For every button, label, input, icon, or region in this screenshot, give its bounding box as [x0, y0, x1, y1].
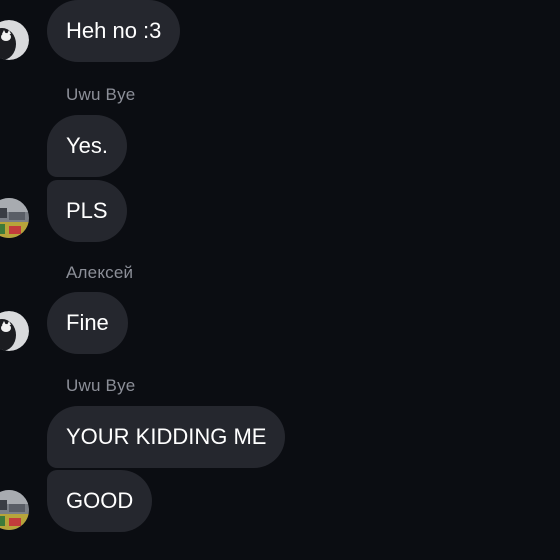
photo-avatar-icon[interactable] — [0, 490, 29, 530]
chat-thread: Heh no :3 Uwu Bye Yes. PLS Алексей Fine … — [0, 0, 560, 560]
message-bubble[interactable]: GOOD — [47, 470, 153, 532]
message-text: YOUR KIDDING ME — [66, 424, 267, 449]
message-bubble[interactable]: Heh no :3 — [47, 0, 181, 62]
message-text: Heh no :3 — [66, 18, 162, 43]
message-bubble[interactable]: PLS — [47, 180, 127, 242]
sender-name: Uwu Bye — [66, 85, 136, 104]
sender-name: Uwu Bye — [66, 376, 136, 395]
message-text: Yes. — [66, 133, 109, 158]
message-bubble[interactable]: Fine — [47, 292, 128, 354]
message-text: PLS — [66, 198, 108, 223]
sender-name: Алексей — [66, 263, 134, 282]
photo-avatar-icon[interactable] — [0, 198, 29, 238]
cat-avatar-icon[interactable] — [0, 311, 29, 351]
cat-avatar-icon[interactable] — [0, 20, 29, 60]
message-bubble[interactable]: YOUR KIDDING ME — [47, 406, 286, 468]
message-text: GOOD — [66, 488, 134, 513]
message-bubble[interactable]: Yes. — [47, 115, 128, 177]
message-text: Fine — [66, 310, 109, 335]
